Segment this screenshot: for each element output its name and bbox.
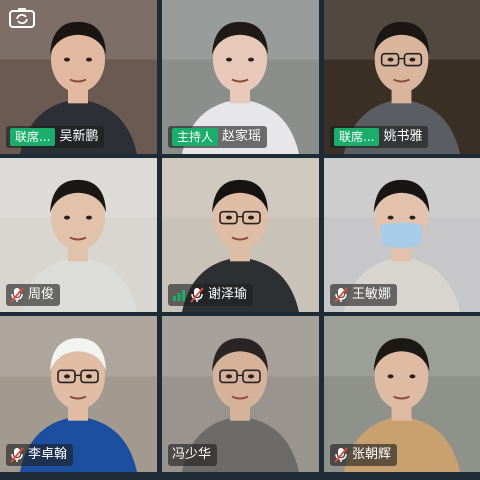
- participant-name: 谢泽瑜: [208, 287, 248, 302]
- mic-off-icon: [334, 287, 348, 303]
- participant-name: 吴新鹏: [59, 129, 99, 144]
- participant-name: 王敏娜: [352, 287, 392, 302]
- participant-tile[interactable]: 周俊: [0, 158, 157, 312]
- mic-off-icon: [10, 447, 24, 463]
- name-tag: 王敏娜: [330, 284, 398, 306]
- name-tag: 谢泽瑜: [168, 284, 254, 306]
- name-tag: 联席... 吴新鹏: [6, 126, 105, 148]
- participant-tile[interactable]: 王敏娜: [324, 158, 480, 312]
- participant-name: 李卓翰: [28, 447, 68, 462]
- name-tag: 冯少华: [168, 444, 218, 466]
- participant-tile[interactable]: 李卓翰: [0, 316, 157, 472]
- camera-switch-icon[interactable]: [8, 6, 36, 30]
- participant-name: 张朝辉: [352, 447, 392, 462]
- role-badge: 联席...: [10, 128, 56, 146]
- role-badge: 主持人: [172, 128, 219, 146]
- mic-off-icon: [190, 287, 204, 303]
- participant-tile[interactable]: 谢泽瑜: [162, 158, 319, 312]
- name-tag: 周俊: [6, 284, 61, 306]
- participant-name: 冯少华: [172, 447, 212, 462]
- participant-tile[interactable]: 主持人 赵家瑶: [162, 0, 319, 154]
- mic-off-icon: [334, 447, 348, 463]
- participant-name: 姚书雅: [383, 129, 423, 144]
- signal-bars-icon: [172, 288, 186, 302]
- video-grid: 联席... 吴新鹏 主持人 赵家瑶 联席... 姚书雅 周俊 谢泽瑜 王敏娜 李…: [0, 0, 480, 480]
- participant-tile[interactable]: 联席... 吴新鹏: [0, 0, 157, 154]
- name-tag: 联席... 姚书雅: [330, 126, 429, 148]
- participant-tile[interactable]: 冯少华: [162, 316, 319, 472]
- participant-name: 周俊: [28, 287, 55, 302]
- participant-tile[interactable]: 张朝辉: [324, 316, 480, 472]
- participant-tile[interactable]: 联席... 姚书雅: [324, 0, 480, 154]
- participant-name: 赵家瑶: [222, 129, 262, 144]
- mic-off-icon: [10, 287, 24, 303]
- name-tag: 李卓翰: [6, 444, 74, 466]
- role-badge: 联席...: [334, 128, 380, 146]
- name-tag: 主持人 赵家瑶: [168, 126, 268, 148]
- name-tag: 张朝辉: [330, 444, 398, 466]
